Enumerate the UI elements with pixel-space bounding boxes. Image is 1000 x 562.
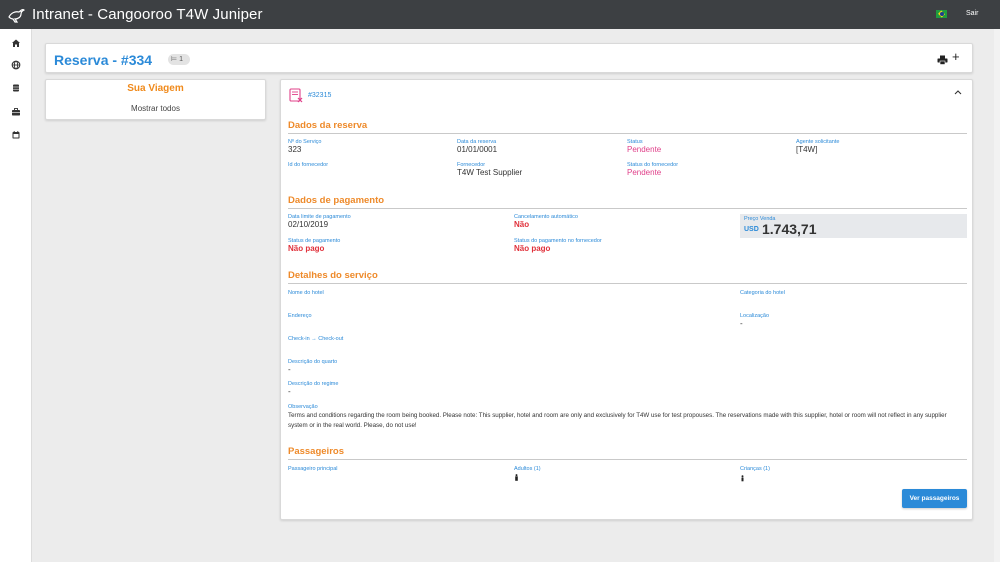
supplier-payment-status-value: Não pago (514, 244, 551, 253)
reservation-header: Reserva - #334 ⊨ 1 + (45, 43, 973, 73)
details-section-title: Detalhes do serviço (288, 270, 378, 281)
auto-cancel-value: Não (514, 220, 530, 229)
regime-description-label: Descrição do regime (288, 381, 339, 387)
printer-icon[interactable] (937, 55, 948, 65)
payment-deadline-value: 02/10/2019 (288, 220, 329, 229)
page-title: Reserva - #334 (54, 52, 153, 68)
divider (288, 283, 967, 284)
passengers-section-title: Passageiros (288, 446, 344, 457)
status-value: Pendente (627, 145, 662, 154)
divider (288, 133, 967, 134)
sale-price-box: Preço Venda USD 1.743,71 (740, 214, 967, 238)
location-label: Localização (740, 313, 770, 319)
add-button[interactable]: + (952, 49, 960, 64)
show-all-link[interactable]: Mostrar todos (46, 104, 265, 113)
checkin-checkout-label: Check-in → Check-out (288, 336, 344, 342)
sale-price-currency: USD (744, 226, 759, 233)
observation-text: Terms and conditions regarding the room … (288, 412, 947, 429)
briefcase-icon[interactable] (11, 107, 21, 117)
cangooroo-logo-icon[interactable] (6, 4, 26, 24)
sale-price-value: 1.743,71 (762, 221, 817, 237)
side-navigation (0, 29, 32, 562)
address-label: Endereço (288, 313, 312, 319)
service-id[interactable]: #32315 (308, 92, 331, 99)
calendar-icon[interactable] (11, 130, 21, 140)
exit-link[interactable]: Sair (966, 10, 978, 17)
trip-panel: Sua Viagem Mostrar todos (45, 79, 266, 120)
room-description-label: Descrição do quarto (288, 359, 338, 365)
booking-date-value: 01/01/0001 (457, 145, 498, 154)
payment-section-title: Dados de pagamento (288, 195, 385, 206)
room-count-badge: ⊨ 1 (168, 54, 190, 65)
database-icon[interactable] (11, 83, 21, 93)
brazil-flag-icon[interactable] (936, 10, 947, 18)
app-title: Intranet - Cangooroo T4W Juniper (32, 6, 263, 23)
chevron-up-icon[interactable] (954, 89, 962, 95)
top-bar: Intranet - Cangooroo T4W Juniper Sair (0, 0, 1000, 29)
divider (288, 459, 967, 460)
home-icon[interactable] (11, 38, 21, 48)
supplier-id-label: Id do fornecedor (288, 162, 329, 168)
children-label: Crianças (1) (740, 466, 770, 472)
service-no-value: 323 (288, 145, 302, 154)
supplier-value: T4W Test Supplier (457, 168, 523, 177)
hotel-category-label: Categoria do hotel (740, 290, 785, 296)
hotel-name-label: Nome do hotel (288, 290, 324, 296)
location-value: - (740, 319, 743, 328)
adults-label: Adultos (1) (514, 466, 541, 472)
observation-label: Observação (288, 404, 318, 410)
supplier-status-value: Pendente (627, 168, 662, 177)
adult-person-icon (515, 474, 518, 481)
cancelled-document-icon (289, 88, 303, 103)
agent-value: [T4W] (796, 145, 818, 154)
room-count: 1 (179, 56, 183, 63)
payment-status-value: Não pago (288, 244, 325, 253)
globe-icon[interactable] (11, 60, 21, 70)
regime-description-value: - (288, 387, 291, 396)
booking-section-title: Dados da reserva (288, 120, 368, 131)
bed-icon: ⊨ (171, 56, 178, 63)
divider (288, 208, 967, 209)
view-passengers-button[interactable]: Ver passageiros (902, 489, 967, 508)
page-scrollbar[interactable] (994, 29, 1000, 562)
service-card: #32315 Dados da reserva Nº do Serviço 32… (280, 79, 973, 520)
trip-title: Sua Viagem (127, 83, 184, 94)
room-description-value: - (288, 365, 291, 374)
child-person-icon (741, 475, 744, 482)
main-passenger-label: Passageiro principal (288, 466, 338, 472)
